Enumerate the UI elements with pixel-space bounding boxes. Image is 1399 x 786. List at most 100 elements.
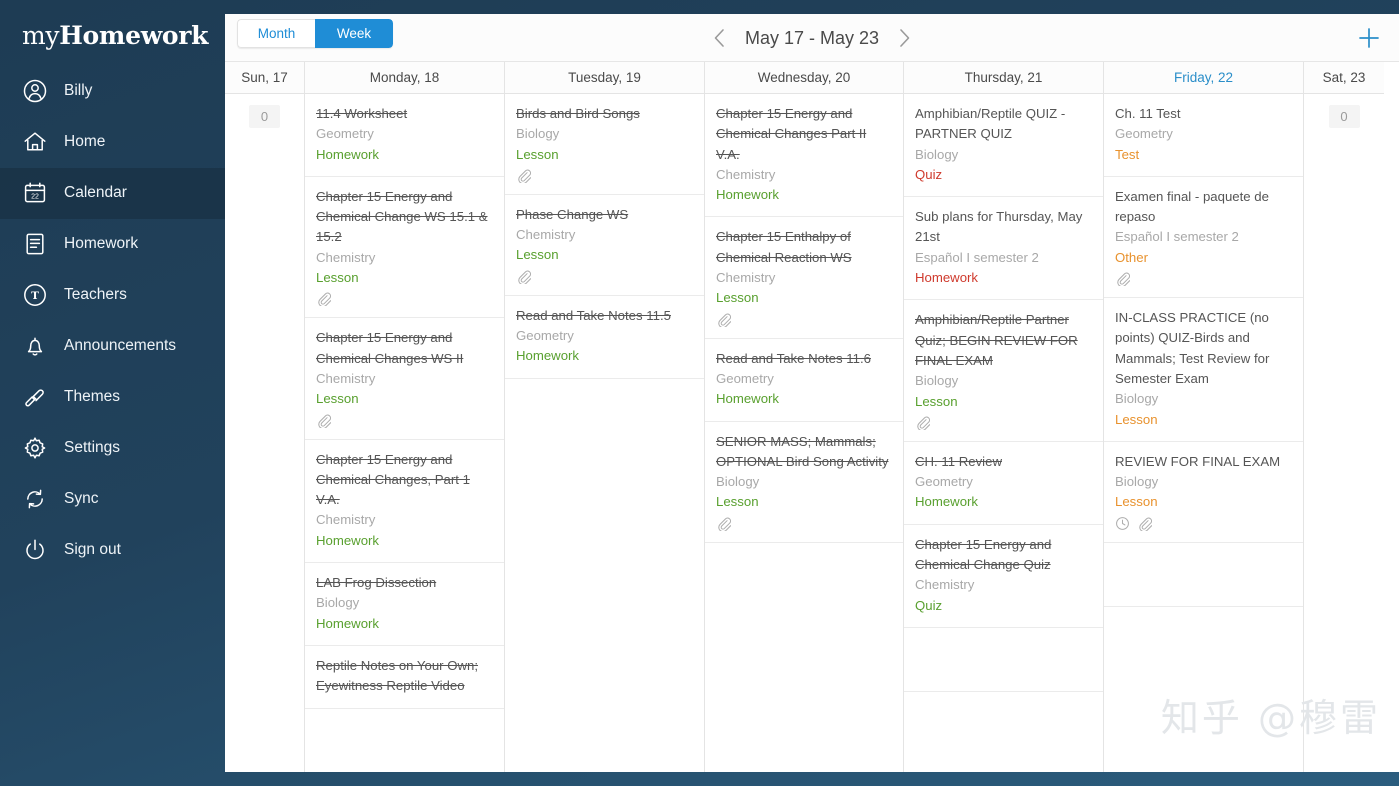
calendar-event[interactable]: Chapter 15 Enthalpy of Chemical Reaction… [705,217,903,338]
event-type: Homework [316,531,493,551]
calendar-event[interactable]: Phase Change WSChemistryLesson [505,195,704,296]
calendar-event[interactable]: Chapter 15 Energy and Chemical Changes W… [305,318,504,439]
event-type: Homework [716,389,892,409]
sidebar-item-homework[interactable]: Homework [0,219,225,270]
calendar-event[interactable]: Chapter 15 Energy and Chemical Change Qu… [904,525,1103,628]
event-icons [716,312,892,327]
calendar-event[interactable]: Amphibian/Reptile QUIZ - PARTNER QUIZBio… [904,94,1103,197]
sidebar-item-billy[interactable]: Billy [0,66,225,117]
day-header[interactable]: Sat, 23 [1304,62,1384,94]
paperclip-icon[interactable] [716,516,731,531]
sidebar-item-home[interactable]: Home [0,117,225,168]
day-header[interactable]: Wednesday, 20 [705,62,903,94]
day-body: Amphibian/Reptile QUIZ - PARTNER QUIZBio… [904,94,1103,772]
sidebar-item-sync[interactable]: Sync [0,474,225,525]
event-title: Birds and Bird Songs [516,104,693,124]
event-class: Chemistry [316,248,493,268]
calendar-event[interactable]: CH. 11 ReviewGeometryHomework [904,442,1103,525]
sidebar-item-label: Sync [64,490,98,508]
event-class: Biology [915,371,1092,391]
calendar-event[interactable]: SENIOR MASS; Mammals; OPTIONAL Bird Song… [705,422,903,543]
event-title: Read and Take Notes 11.6 [716,349,892,369]
day-header[interactable]: Sun, 17 [225,62,304,94]
event-class: Biology [516,124,693,144]
sidebar-item-teachers[interactable]: TTeachers [0,270,225,321]
calendar-event[interactable]: Read and Take Notes 11.6GeometryHomework [705,339,903,422]
calendar-event[interactable]: Chapter 15 Energy and Chemical Changes, … [305,440,504,563]
calendar-event[interactable] [904,628,1103,692]
sidebar-item-calendar[interactable]: 22 Calendar [0,168,225,219]
empty-day-count: 0 [1329,105,1360,128]
calendar-event[interactable]: Chapter 15 Energy and Chemical Change WS… [305,177,504,318]
day-body: Chapter 15 Energy and Chemical Changes P… [705,94,903,772]
day-header[interactable]: Monday, 18 [305,62,504,94]
paperclip-icon[interactable] [516,168,531,183]
content-panel: Month Week May 17 - May 23 Sun, 17 0 Monda… [225,14,1399,772]
paperclip-icon[interactable] [316,413,331,428]
event-title: Chapter 15 Energy and Chemical Changes, … [316,450,493,511]
calendar-event[interactable]: Sub plans for Thursday, May 21stEspañol … [904,197,1103,300]
chevron-left-icon[interactable] [709,27,731,49]
day-column: Tuesday, 19Birds and Bird SongsBiologyLe… [505,62,705,772]
calendar-event[interactable]: Ch. 11 TestGeometryTest [1104,94,1303,177]
sidebar-item-sign-out[interactable]: Sign out [0,525,225,576]
paperclip-icon[interactable] [516,269,531,284]
add-item-button[interactable] [1353,22,1385,54]
calendar-event[interactable]: Amphibian/Reptile Partner Quiz; BEGIN RE… [904,300,1103,441]
event-title: REVIEW FOR FINAL EXAM [1115,452,1292,472]
sidebar-item-label: Calendar [64,184,127,202]
date-navigator: May 17 - May 23 [225,14,1399,62]
paperclip-icon[interactable] [716,312,731,327]
calendar-event[interactable]: LAB Frog DissectionBiologyHomework [305,563,504,646]
calendar-event[interactable]: Read and Take Notes 11.5GeometryHomework [505,296,704,379]
sidebar-item-label: Billy [64,82,92,100]
clock-icon[interactable] [1115,516,1130,531]
event-type: Lesson [1115,492,1292,512]
calendar-event[interactable]: Chapter 15 Energy and Chemical Changes P… [705,94,903,217]
event-title: Phase Change WS [516,205,693,225]
event-class: Geometry [716,369,892,389]
event-type: Lesson [516,145,693,165]
paperclip-icon[interactable] [915,415,930,430]
calendar-event[interactable] [1104,543,1303,607]
day-body: Ch. 11 TestGeometryTestExamen final - pa… [1104,94,1303,772]
event-class: Chemistry [316,369,493,389]
day-header[interactable]: Friday, 22 [1104,62,1303,94]
calendar-toolbar: Month Week May 17 - May 23 [225,14,1399,62]
week-grid: Sun, 17 0 Monday, 1811.4 WorksheetGeometry… [225,62,1399,772]
sidebar-item-settings[interactable]: Settings [0,423,225,474]
calendar-event[interactable]: Birds and Bird SongsBiologyLesson [505,94,704,195]
paperclip-icon[interactable] [316,291,331,306]
day-header[interactable]: Thursday, 21 [904,62,1103,94]
event-title: Ch. 11 Test [1115,104,1292,124]
calendar-event[interactable]: 11.4 WorksheetGeometryHomework [305,94,504,177]
event-title: Examen final - paquete de repaso [1115,187,1292,228]
event-class: Geometry [915,472,1092,492]
sidebar-item-label: Homework [64,235,138,253]
event-type: Quiz [915,596,1092,616]
chevron-right-icon[interactable] [893,27,915,49]
calendar-event[interactable]: IN-CLASS PRACTICE (no points) QUIZ-Birds… [1104,298,1303,442]
event-class: Geometry [516,326,693,346]
sidebar-item-label: Announcements [64,337,176,355]
paperclip-icon[interactable] [1137,516,1152,531]
event-class: Chemistry [716,165,892,185]
paperclip-icon[interactable] [1115,271,1130,286]
calendar-event[interactable]: Examen final - paquete de repasoEspañol … [1104,177,1303,298]
svg-text:22: 22 [31,193,39,200]
calendar-event[interactable]: REVIEW FOR FINAL EXAMBiologyLesson [1104,442,1303,543]
event-type: Homework [915,268,1092,288]
event-type: Lesson [316,268,493,288]
sidebar: myHomework BillyHome22CalendarHomeworkTT… [0,0,225,786]
day-header[interactable]: Tuesday, 19 [505,62,704,94]
sidebar-item-themes[interactable]: Themes [0,372,225,423]
event-title: Chapter 15 Energy and Chemical Changes P… [716,104,892,165]
sidebar-item-announcements[interactable]: Announcements [0,321,225,372]
event-title: Reptile Notes on Your Own; Eyewitness Re… [316,656,493,697]
calendar-event[interactable]: Reptile Notes on Your Own; Eyewitness Re… [305,646,504,709]
paintbrush-icon [20,382,50,412]
event-type: Lesson [915,392,1092,412]
event-class: Español I semester 2 [1115,227,1292,247]
event-class: Geometry [1115,124,1292,144]
day-column: Friday, 22Ch. 11 TestGeometryTestExamen … [1104,62,1304,772]
